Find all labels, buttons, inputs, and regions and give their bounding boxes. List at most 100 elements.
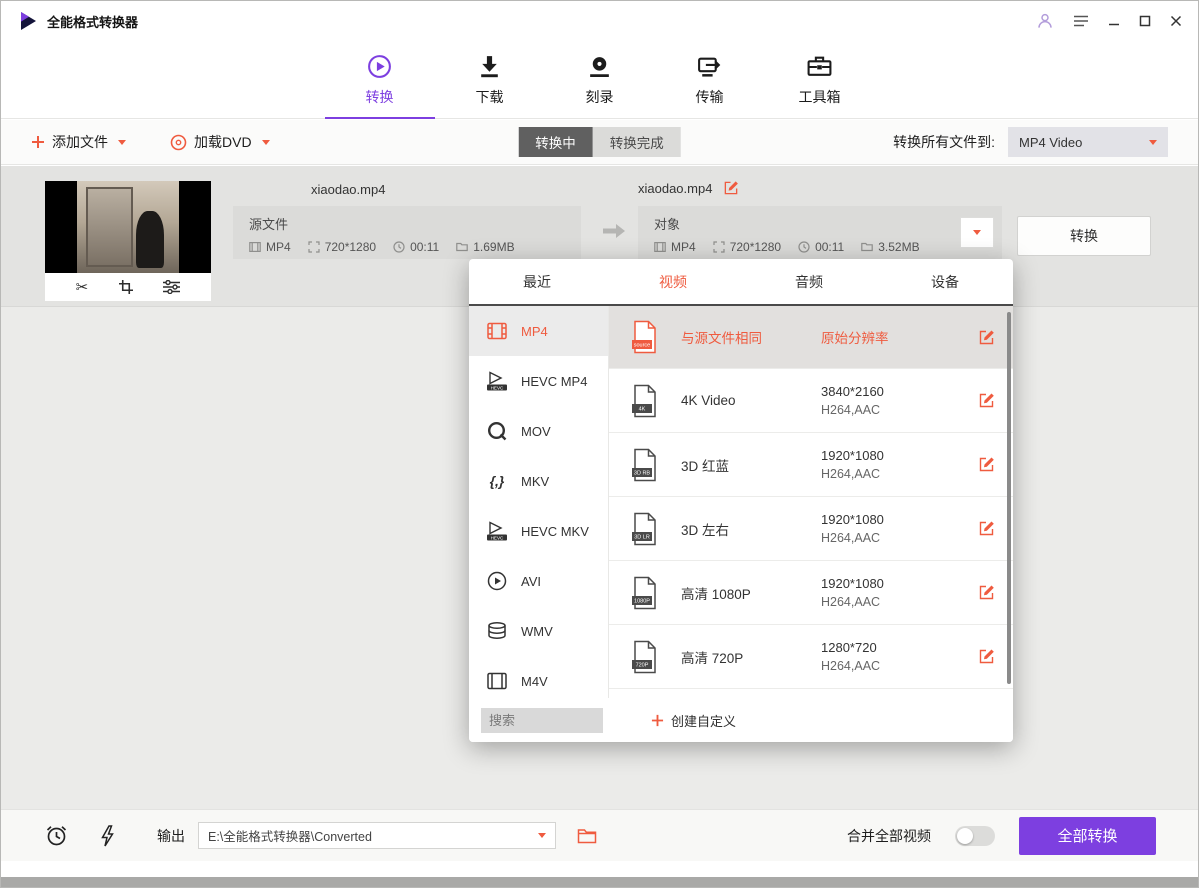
app-logo-icon [17,10,39,32]
title-bar: 全能格式转换器 [1,1,1198,41]
svg-text:1080P: 1080P [634,598,650,604]
target-label: 对象 [654,214,986,233]
bottom-bar: 输出 E:\全能格式转换器\Converted 合并全部视频 全部转换 [1,809,1198,861]
preset-resolution: 1920*1080 [821,576,884,591]
source-filename: xiaodao.mp4 [311,182,385,197]
target-resolution: 720*1280 [713,240,781,254]
tab-recent[interactable]: 最近 [469,259,605,304]
create-custom-button[interactable]: 创建自定义 [651,711,736,730]
rename-edit-icon[interactable] [723,180,739,196]
tab-toolbox[interactable]: 工具箱 [765,41,875,118]
clock-icon [798,241,810,253]
effects-icon[interactable] [163,280,180,294]
tab-burn[interactable]: 刻录 [545,41,655,118]
preset-info: 1920*1080 H264,AAC [821,448,884,481]
edit-icon[interactable] [978,520,995,537]
edit-icon[interactable] [978,584,995,601]
minimize-icon[interactable] [1108,15,1120,27]
tab-video[interactable]: 视频 [605,259,741,304]
quicktime-icon [486,421,508,441]
tab-converting[interactable]: 转换中 [518,127,593,157]
svg-text:4K: 4K [639,406,646,412]
target-format-dropdown[interactable] [960,217,994,248]
crop-icon[interactable] [119,280,133,294]
merge-toggle[interactable] [955,826,995,846]
tab-device[interactable]: 设备 [877,259,1013,304]
tab-converted[interactable]: 转换完成 [593,127,681,157]
chevron-down-icon [262,140,270,145]
output-format-select[interactable]: MP4 Video [1008,127,1168,157]
edit-icon[interactable] [978,456,995,473]
trim-icon[interactable]: ✂ [76,280,89,295]
file-format-icon: 4K [631,384,659,418]
high-speed-icon[interactable] [100,825,115,847]
format-item-mp4[interactable]: MP4 [469,306,608,356]
file-format-icon: 720P [631,640,659,674]
preset-detail: 原始分辨率 [821,327,889,347]
transfer-icon [696,53,723,80]
schedule-icon[interactable] [45,824,68,847]
edit-icon[interactable] [978,648,995,665]
format-label: HEVC MKV [521,524,589,539]
edit-icon[interactable] [978,392,995,409]
preset-codec: H264,AAC [821,403,884,417]
svg-text:HEVC: HEVC [491,385,504,390]
preset-name: 3D 左右 [681,519,821,539]
convert-all-button[interactable]: 全部转换 [1019,817,1156,855]
load-dvd-button[interactable]: 加载DVD [170,132,270,152]
source-resolution: 720*1280 [308,240,376,254]
format-item-hevc-mp4[interactable]: HEVC HEVC MP4 [469,356,608,406]
hevc-icon: HEVC [486,521,508,541]
preset-codec: H264,AAC [821,531,884,545]
mp4-icon [486,322,508,340]
preset-4k-video[interactable]: 4K 4K Video 3840*2160 H264,AAC [609,369,1013,433]
target-info-box: 对象 MP4 720*1280 00:11 [638,206,1002,259]
preset-hd-720p[interactable]: 720P 高清 720P 1280*720 H264,AAC [609,625,1013,689]
account-icon[interactable] [1036,12,1054,30]
maximize-icon[interactable] [1139,15,1151,27]
format-label: MP4 [521,324,548,339]
preset-info: 3840*2160 H264,AAC [821,384,884,417]
chevron-down-icon [973,230,981,235]
target-size: 3.52MB [861,240,919,254]
format-item-hevc-mkv[interactable]: HEVC HEVC MKV [469,506,608,556]
open-folder-icon[interactable] [577,827,597,844]
edit-icon[interactable] [978,329,995,346]
plus-icon [651,714,664,727]
tab-label: 下载 [476,87,504,107]
tab-convert[interactable]: 转换 [325,41,435,118]
preset-name: 4K Video [681,393,821,408]
preset-resolution: 1920*1080 [821,512,884,527]
format-label: MKV [521,474,549,489]
preset-3d-leftright[interactable]: 3D LR 3D 左右 1920*1080 H264,AAC [609,497,1013,561]
output-path-value: E:\全能格式转换器\Converted [208,826,372,845]
matroska-icon: {,} [486,471,508,491]
preset-name: 与源文件相同 [681,327,821,347]
convert-button[interactable]: 转换 [1017,216,1151,256]
preset-3d-redblue[interactable]: 3D RB 3D 红蓝 1920*1080 H264,AAC [609,433,1013,497]
main-nav: 转换 下载 刻录 传输 工具箱 [1,41,1198,119]
tab-transfer[interactable]: 传输 [655,41,765,118]
resolution-icon [713,241,725,253]
tab-audio[interactable]: 音频 [741,259,877,304]
preset-same-as-source[interactable]: source 与源文件相同 原始分辨率 [609,306,1013,369]
download-icon [476,53,503,80]
add-file-button[interactable]: 添加文件 [31,132,126,152]
source-format: MP4 [249,240,291,254]
preset-name: 高清 720P [681,647,821,667]
video-thumbnail [45,181,211,273]
output-path-select[interactable]: E:\全能格式转换器\Converted [198,822,556,849]
tab-label: 刻录 [586,87,614,107]
menu-icon[interactable] [1073,14,1089,28]
scrollbar[interactable] [1007,312,1011,684]
format-item-mov[interactable]: MOV [469,406,608,456]
format-item-m4v[interactable]: M4V [469,656,608,698]
close-icon[interactable] [1170,15,1182,27]
preset-hd-1080p[interactable]: 1080P 高清 1080P 1920*1080 H264,AAC [609,561,1013,625]
tab-download[interactable]: 下载 [435,41,545,118]
format-item-avi[interactable]: AVI [469,556,608,606]
format-item-mkv[interactable]: {,} MKV [469,456,608,506]
format-item-wmv[interactable]: WMV [469,606,608,656]
search-input[interactable] [481,708,603,733]
chevron-down-icon [1149,140,1157,145]
